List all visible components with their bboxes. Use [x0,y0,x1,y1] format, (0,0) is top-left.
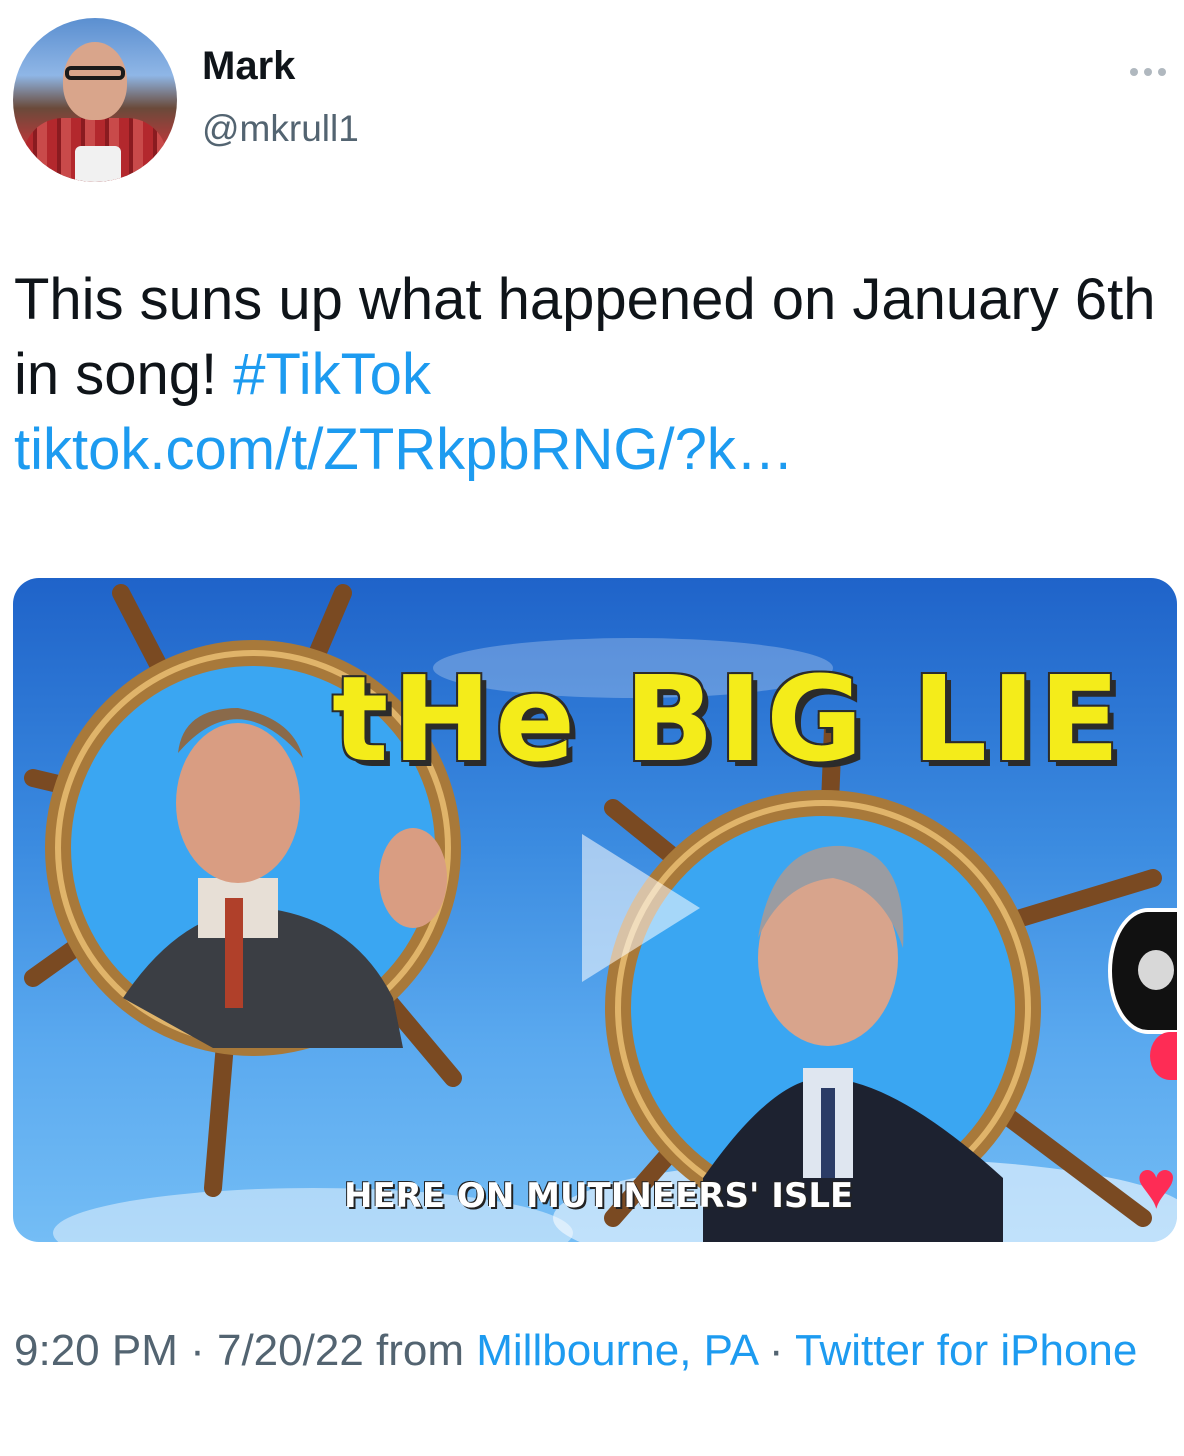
tweet-body: This suns up what happened on January 6t… [14,267,1156,407]
avatar[interactable] [13,18,177,182]
skull-icon [1138,950,1174,990]
tweet-meta: 9:20 PM · 7/20/22 from Millbourne, PA · … [14,1320,1164,1382]
avatar-glasses [65,66,125,80]
author-handle[interactable]: @mkrull1 [202,108,359,150]
meta-separator: · [177,1326,217,1375]
more-dot [1144,68,1152,76]
meta-separator: · [756,1326,795,1375]
from-label: from [363,1326,477,1375]
heart-icon[interactable]: ♥ [1136,1150,1177,1220]
media-subtitle: HERE ON MUTINEERS' ISLE [344,1176,854,1216]
avatar-face [63,42,127,120]
avatar-mug [75,146,121,182]
location-link[interactable]: Millbourne, PA [476,1326,756,1375]
author-name[interactable]: Mark [202,44,295,89]
tweet-time[interactable]: 9:20 PM [14,1326,178,1375]
play-icon[interactable] [582,834,700,982]
hashtag-link[interactable]: #TikTok [233,342,431,407]
media-title: tHe BIG LIE [332,650,1124,788]
tweet-date[interactable]: 7/20/22 [217,1326,364,1375]
more-dot [1158,68,1166,76]
more-horizontal-icon[interactable] [1124,60,1172,84]
tweet-text: This suns up what happened on January 6t… [14,262,1164,487]
url-link[interactable]: tiktok.com/t/ZTRkpbRNG/?k… [14,417,794,482]
more-dot [1130,68,1138,76]
source-link[interactable]: Twitter for iPhone [795,1326,1137,1375]
